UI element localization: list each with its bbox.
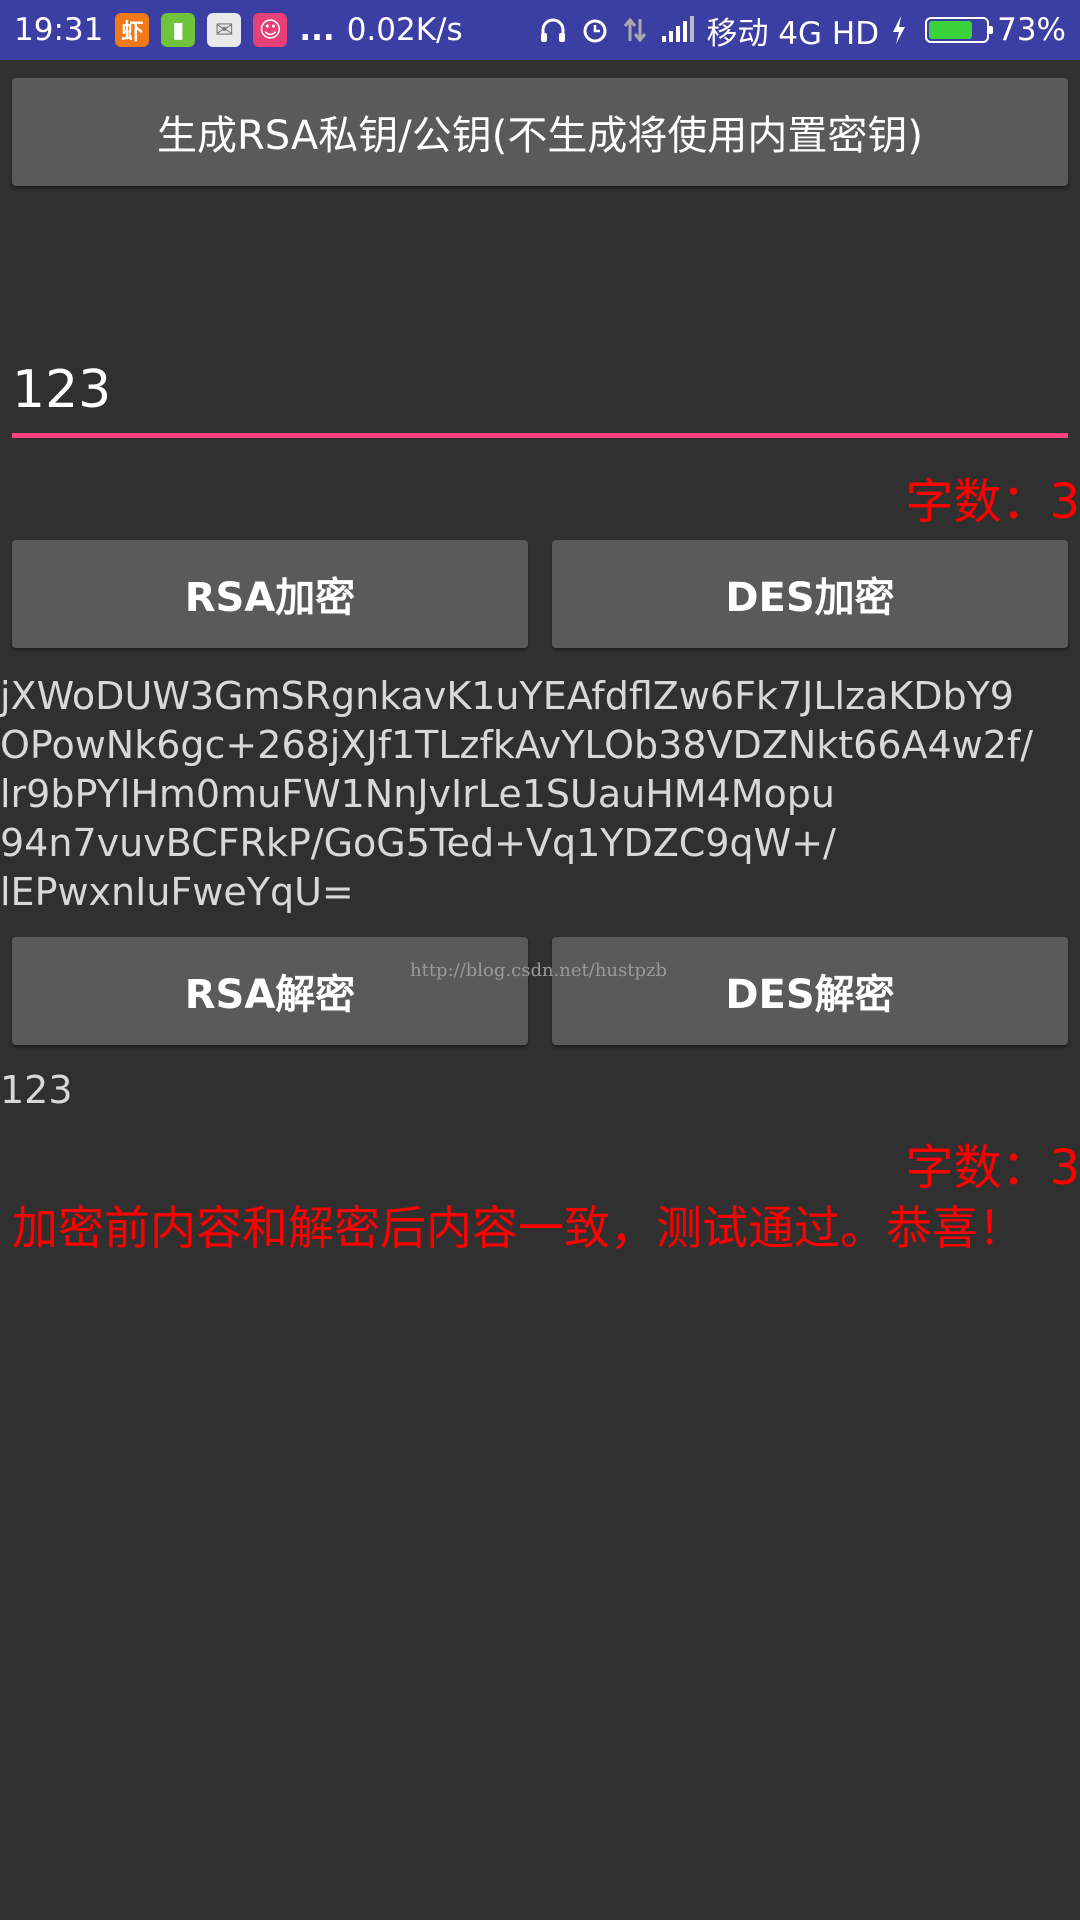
more-notifications: ... — [299, 12, 335, 48]
input-char-count: 字数：3 — [905, 474, 1080, 530]
app-icon: ☺ — [253, 13, 288, 47]
battery-icon — [925, 17, 994, 43]
plaintext-input[interactable] — [12, 350, 1068, 430]
ciphertext-line: lr9bPYlHm0muFW1NnJvIrLe1SUauHM4Mopu — [0, 772, 835, 816]
status-bar: 19:31 虾 ▮ ✉ ☺ ... 0.02K/s 移动 4G HD 73% — [0, 0, 1080, 60]
data-arrows-icon — [622, 15, 648, 45]
rsa-decrypt-button[interactable]: RSA解密 — [12, 937, 528, 1045]
xiami-icon: 虾 — [115, 13, 150, 47]
ciphertext-line: 94n7vuvBCFRkP/GoG5Ted+Vq1YDZC9qW+/ — [0, 821, 836, 865]
ciphertext-line: lEPwxnIuFweYqU= — [0, 870, 354, 914]
signal-icon — [660, 16, 695, 44]
status-time: 19:31 — [14, 12, 104, 48]
plaintext-input-wrapper — [12, 350, 1068, 438]
des-decrypt-button[interactable]: DES解密 — [552, 937, 1068, 1045]
headphone-icon — [538, 15, 568, 45]
generate-keys-button[interactable]: 生成RSA私钥/公钥(不生成将使用内置密钥) — [12, 78, 1068, 186]
mail-icon: ✉ — [207, 13, 242, 47]
ciphertext-line: jXWoDUW3GmSRgnkavK1uYEAfdflZw6Fk7JLlzaKD… — [0, 674, 1014, 718]
des-encrypt-button[interactable]: DES加密 — [552, 540, 1068, 648]
watermark: http://blog.csdn.net/hustpzb — [410, 960, 668, 981]
result-message: 加密前内容和解密后内容一致，测试通过。恭喜！ — [12, 1201, 1024, 1255]
input-underline — [12, 433, 1068, 438]
output-char-count: 字数：3 — [905, 1140, 1080, 1196]
rsa-encrypt-button[interactable]: RSA加密 — [12, 540, 528, 648]
ciphertext-line: OPowNk6gc+268jXJf1TLzfkAvYLOb38VDZNkt66A… — [0, 723, 1034, 767]
decrypted-output: 123 — [0, 1068, 73, 1112]
battery-percent: 73% — [997, 12, 1066, 48]
net-speed: 0.02K/s — [346, 12, 463, 48]
battery-app-icon: ▮ — [161, 13, 196, 47]
ciphertext-output: jXWoDUW3GmSRgnkavK1uYEAfdflZw6Fk7JLlzaKD… — [0, 672, 1080, 917]
alarm-icon — [580, 15, 610, 45]
charging-icon — [891, 16, 907, 44]
carrier-label: 移动 4G HD — [706, 15, 880, 52]
